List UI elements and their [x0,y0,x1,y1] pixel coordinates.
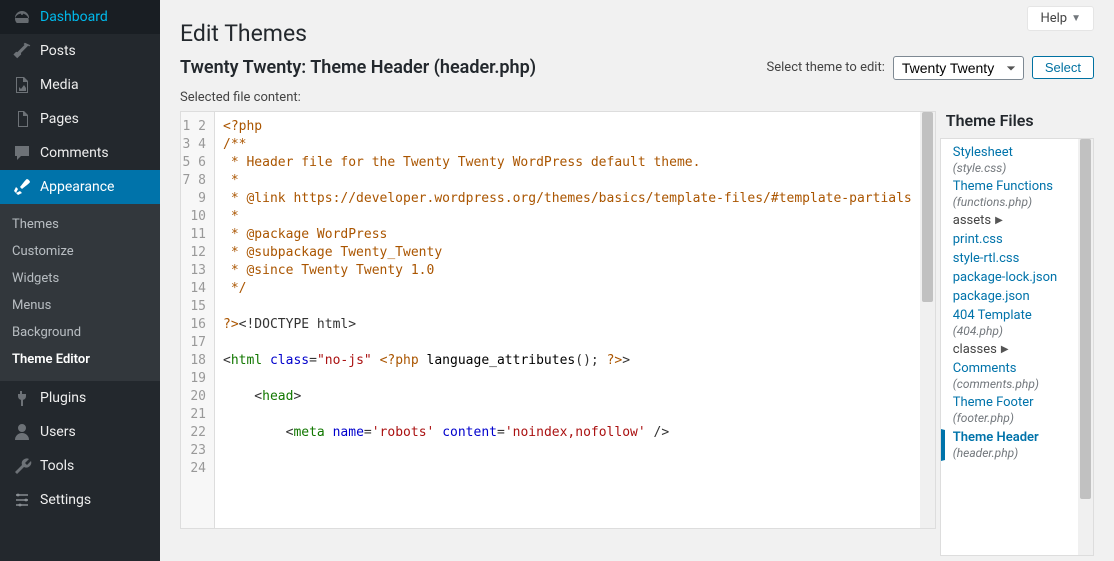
sidebar-item-settings[interactable]: Settings [0,483,160,517]
file-item-theme-functions[interactable]: Theme Functions(functions.php) [953,179,1078,209]
selected-file-label: Selected file content: [180,90,1094,105]
sidebar-item-posts[interactable]: Posts [0,34,160,68]
chevron-down-icon: ▼ [1071,13,1081,24]
heading-row: Twenty Twenty: Theme Header (header.php)… [180,51,1094,84]
sidebar-item-dashboard[interactable]: Dashboard [0,0,160,34]
sidebar-item-media[interactable]: Media [0,68,160,102]
submenu-appearance: ThemesCustomizeWidgetsMenusBackgroundThe… [0,204,160,381]
file-label: assets [953,213,991,228]
media-icon [12,75,32,95]
sidebar-item-plugins[interactable]: Plugins [0,381,160,415]
theme-select[interactable]: Twenty Twenty [893,56,1024,80]
help-tab[interactable]: Help ▼ [1027,6,1094,31]
file-item-stylesheet[interactable]: Stylesheet(style.css) [953,145,1078,175]
file-label: Theme Header [953,430,1039,445]
file-item-package-json[interactable]: package.json [953,289,1078,304]
file-item-theme-footer[interactable]: Theme Footer(footer.php) [953,395,1078,425]
admin-sidebar: Dashboard Posts Media Pages Comments Appearan… [0,0,160,561]
submenu-item-menus[interactable]: Menus [0,292,160,319]
files-scrollbar[interactable] [1078,139,1093,555]
sidebar-item-label: Tools [40,458,74,474]
sidebar-top: Dashboard Posts Media Pages Comments Appearan… [0,0,160,517]
theme-files-heading: Theme Files [940,111,1094,138]
files-list: Stylesheet(style.css) Theme Functions(fun… [941,139,1078,555]
select-button[interactable]: Select [1032,56,1094,79]
sidebar-item-label: Posts [40,43,76,59]
comment-icon [12,143,32,163]
file-filename: (style.css) [953,161,1078,175]
file-item-404-template[interactable]: 404 Template(404.php) [953,308,1078,338]
file-label: Theme Functions [953,179,1053,194]
sidebar-item-label: Comments [40,145,109,161]
file-label: 404 Template [953,308,1032,323]
submenu-item-theme-editor[interactable]: Theme Editor [0,346,160,373]
file-label: Stylesheet [953,145,1013,160]
file-item-style-rtl-css[interactable]: style-rtl.css [953,251,1078,266]
file-label: print.css [953,232,1003,247]
editor-pane: 1 2 3 4 5 6 7 8 9 10 11 12 13 14 15 16 1… [181,112,935,528]
file-filename: (404.php) [953,324,1078,338]
submenu-item-background[interactable]: Background [0,319,160,346]
file-label: package.json [953,289,1030,304]
scrollbar-thumb[interactable] [1080,139,1091,499]
sidebar-item-label: Pages [40,111,79,127]
file-filename: (comments.php) [953,377,1078,391]
submenu-item-customize[interactable]: Customize [0,238,160,265]
help-label: Help [1040,11,1067,26]
sidebar-item-label: Users [40,424,76,440]
wrench-icon [12,456,32,476]
sidebar-item-label: Plugins [40,390,86,406]
user-icon [12,422,32,442]
file-item-theme-header[interactable]: Theme Header(header.php) [941,429,1078,461]
sidebar-item-comments[interactable]: Comments [0,136,160,170]
sidebar-item-label: Dashboard [40,9,108,25]
dashboard-icon [12,7,32,27]
sidebar-item-pages[interactable]: Pages [0,102,160,136]
editor-wrap: 1 2 3 4 5 6 7 8 9 10 11 12 13 14 15 16 1… [180,111,936,529]
file-item-print-css[interactable]: print.css [953,232,1078,247]
sidebar-item-label: Appearance [40,179,114,195]
sidebar-item-label: Media [40,77,79,93]
editor-scrollbar[interactable] [920,112,935,528]
file-label: package-lock.json [953,270,1057,285]
files-body: Stylesheet(style.css) Theme Functions(fun… [941,139,1093,555]
file-heading: Twenty Twenty: Theme Header (header.php) [180,51,536,84]
sidebar-item-label: Settings [40,492,91,508]
plug-icon [12,388,32,408]
page-icon [12,109,32,129]
sidebar-item-users[interactable]: Users [0,415,160,449]
page-title: Edit Themes [180,0,1094,51]
sidebar-item-tools[interactable]: Tools [0,449,160,483]
theme-select-row: Select theme to edit: Twenty Twenty Sele… [767,56,1094,80]
chevron-right-icon: ▶ [1001,344,1009,355]
pin-icon [12,41,32,61]
file-item-package-lock-json[interactable]: package-lock.json [953,270,1078,285]
files-column: Theme Files Stylesheet(style.css) Theme F… [940,111,1094,556]
file-filename: (footer.php) [953,411,1078,425]
file-label: Theme Footer [953,395,1034,410]
submenu-item-themes[interactable]: Themes [0,211,160,238]
file-filename: (functions.php) [953,195,1078,209]
line-gutter: 1 2 3 4 5 6 7 8 9 10 11 12 13 14 15 16 1… [181,112,215,528]
main-content: Help ▼ Edit Themes Twenty Twenty: Theme … [160,0,1114,561]
file-item-classes[interactable]: classes ▶ [953,342,1078,357]
submenu-item-widgets[interactable]: Widgets [0,265,160,292]
file-item-comments[interactable]: Comments(comments.php) [953,361,1078,391]
code-editor[interactable]: <?php /** * Header file for the Twenty T… [215,112,920,528]
settings-icon [12,490,32,510]
chevron-right-icon: ▶ [995,215,1003,226]
file-item-assets[interactable]: assets ▶ [953,213,1078,228]
brush-icon [12,177,32,197]
file-label: classes [953,342,997,357]
select-theme-label: Select theme to edit: [767,60,885,75]
file-label: style-rtl.css [953,251,1020,266]
sidebar-item-appearance[interactable]: Appearance [0,170,160,204]
file-filename: (header.php) [953,446,1078,460]
scrollbar-thumb[interactable] [922,112,933,302]
file-label: Comments [953,361,1017,376]
